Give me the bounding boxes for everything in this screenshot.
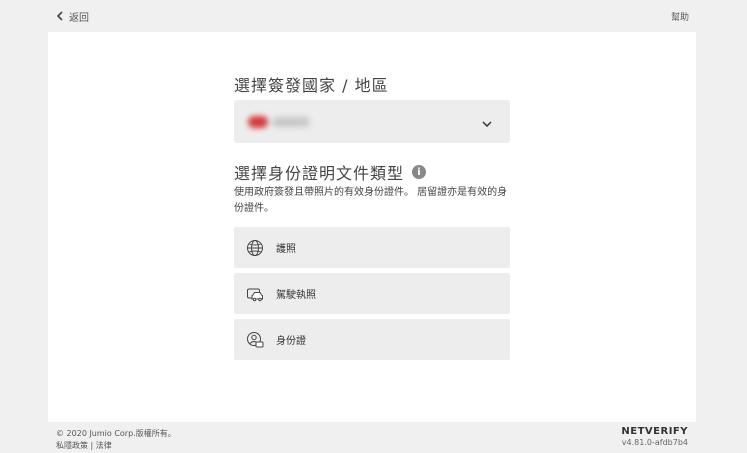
chevron-left-icon bbox=[56, 11, 63, 21]
selected-country-text bbox=[272, 116, 310, 127]
footer: © 2020 Jumio Corp.版權所有。 私隱政策 | 法律 NETVER… bbox=[56, 426, 688, 452]
option-label: 護照 bbox=[276, 244, 296, 255]
document-type-heading: 選擇身份證明文件類型 i bbox=[234, 160, 427, 184]
globe-icon bbox=[247, 239, 263, 256]
selected-country-blurred bbox=[248, 115, 310, 128]
document-type-heading-text: 選擇身份證明文件類型 bbox=[234, 164, 405, 183]
document-description: 使用政府簽發且帶照片的有效身份證件。 居留證亦是有效的身份證件。 bbox=[234, 187, 508, 214]
version-text: v4.81.0-afdb7b4 bbox=[621, 438, 688, 447]
back-button[interactable]: 返回 bbox=[56, 9, 89, 24]
option-label: 身份證 bbox=[276, 336, 306, 347]
legal-link[interactable]: 法律 bbox=[96, 441, 112, 450]
copyright-text: © 2020 Jumio Corp.版權所有。 bbox=[56, 429, 176, 438]
option-driving-licence[interactable]: 駕駛執照 bbox=[234, 273, 510, 314]
help-link[interactable]: 幫助 bbox=[671, 10, 689, 23]
privacy-link[interactable]: 私隱政策 bbox=[56, 441, 88, 450]
option-id-card[interactable]: 身份證 bbox=[234, 319, 510, 360]
brand-logo: NETVERIFY bbox=[621, 426, 688, 437]
footer-links: 私隱政策 | 法律 bbox=[56, 440, 176, 452]
info-icon[interactable]: i bbox=[412, 165, 427, 179]
main-panel: 選擇簽發國家 / 地區 選擇身份證明文件類型 i 使用政府簽發且帶照片的有效身份… bbox=[48, 32, 696, 422]
top-bar: 返回 幫助 bbox=[0, 0, 747, 32]
country-heading: 選擇簽發國家 / 地區 bbox=[234, 76, 389, 95]
country-select[interactable] bbox=[234, 100, 510, 143]
footer-left: © 2020 Jumio Corp.版權所有。 私隱政策 | 法律 bbox=[56, 428, 176, 452]
link-separator: | bbox=[90, 441, 94, 450]
chevron-down-icon bbox=[482, 112, 492, 131]
car-icon bbox=[247, 288, 263, 301]
flag-icon bbox=[248, 115, 268, 128]
back-label: 返回 bbox=[69, 12, 89, 24]
option-label: 駕駛執照 bbox=[276, 290, 316, 301]
footer-right: NETVERIFY v4.81.0-afdb7b4 bbox=[621, 426, 688, 447]
id-card-icon bbox=[247, 331, 264, 347]
option-passport[interactable]: 護照 bbox=[234, 227, 510, 268]
